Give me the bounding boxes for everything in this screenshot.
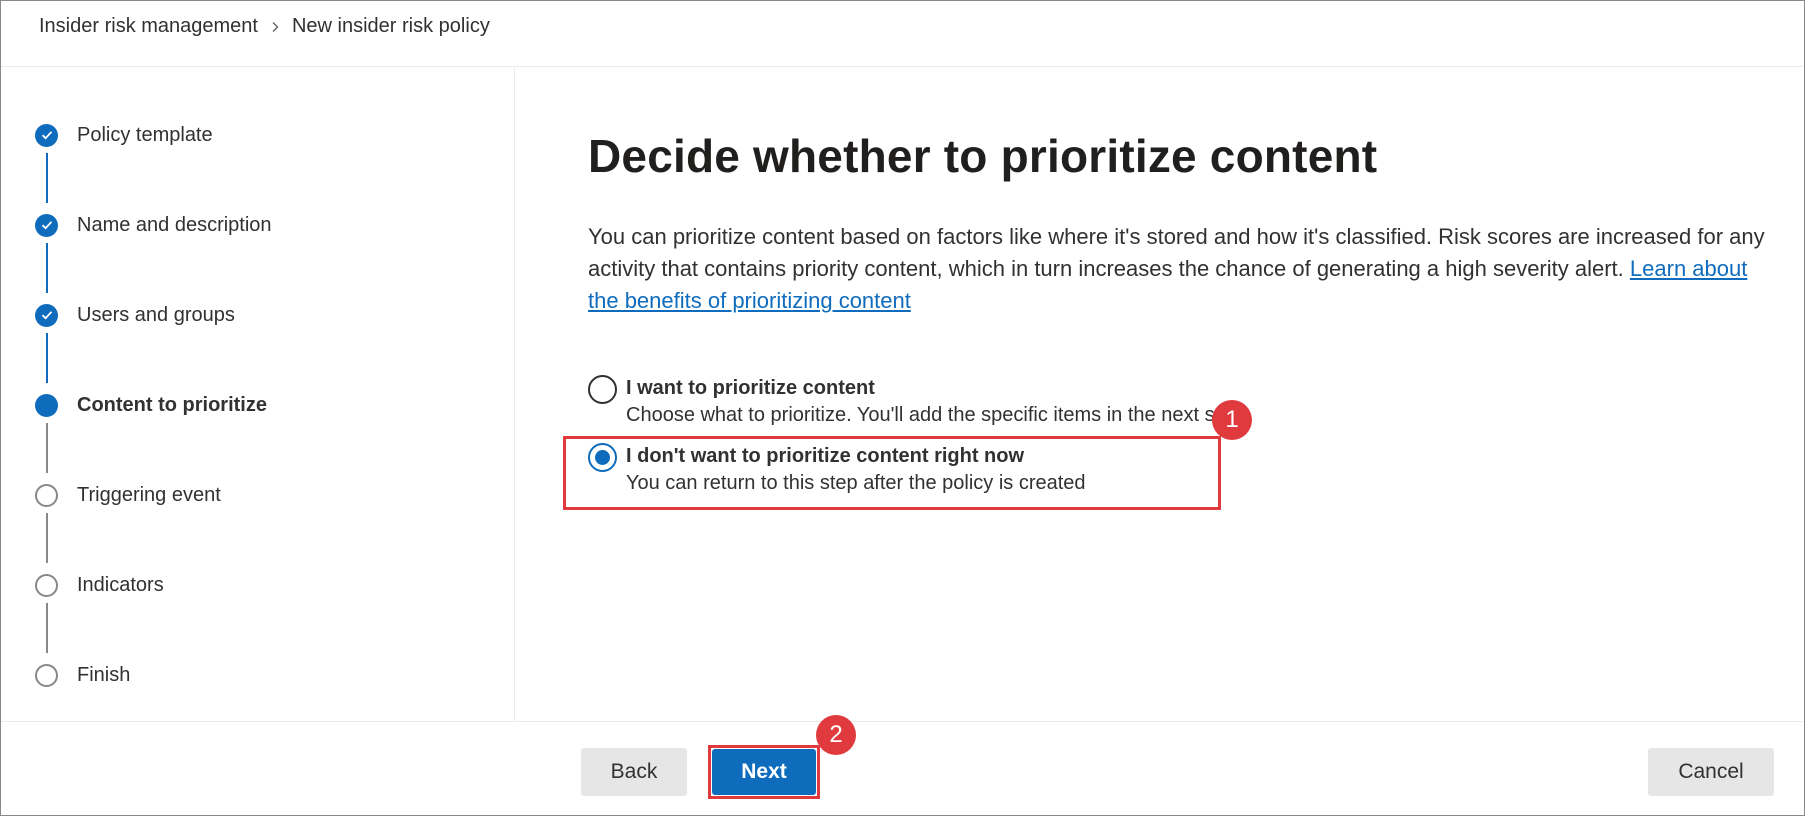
radio-button-unchecked[interactable]	[588, 375, 617, 404]
annotation-badge-1: 1	[1212, 400, 1252, 440]
page-title: Decide whether to prioritize content	[588, 130, 1378, 182]
back-button[interactable]: Back	[581, 748, 687, 796]
header: Insider risk management New insider risk…	[1, 1, 1804, 67]
breadcrumb-item-insider-risk-management[interactable]: Insider risk management	[39, 15, 258, 38]
step-connector	[46, 513, 48, 563]
option-prioritize-content[interactable]: I want to prioritize content Choose what…	[588, 375, 1248, 429]
radio-button-checked[interactable]	[588, 443, 617, 472]
annotation-badge-2: 2	[816, 715, 856, 755]
app-window: Insider risk management New insider risk…	[0, 0, 1805, 816]
empty-circle-icon	[35, 663, 58, 687]
step-label: Indicators	[77, 573, 164, 596]
step-users-and-groups[interactable]: Users and groups	[35, 300, 235, 330]
option-dont-prioritize-content[interactable]: I don't want to prioritize content right…	[588, 443, 1086, 497]
step-label: Name and description	[77, 213, 272, 236]
step-indicators[interactable]: Indicators	[35, 570, 164, 600]
checkmark-icon	[35, 213, 58, 237]
step-name-and-description[interactable]: Name and description	[35, 210, 272, 240]
option-label: I don't want to prioritize content right…	[626, 445, 1025, 467]
step-connector	[46, 243, 48, 293]
step-label: Policy template	[77, 123, 213, 146]
option-description: You can return to this step after the po…	[626, 472, 1086, 494]
empty-circle-icon	[35, 573, 58, 597]
breadcrumb: Insider risk management New insider risk…	[39, 15, 490, 38]
page-description: You can prioritize content based on fact…	[588, 221, 1778, 317]
step-connector	[46, 153, 48, 203]
checkmark-icon	[35, 303, 58, 327]
breadcrumb-item-new-policy: New insider risk policy	[291, 15, 490, 37]
wizard-step-nav: Policy template Name and description Use…	[1, 67, 515, 721]
step-label: Triggering event	[77, 483, 221, 506]
footer-actions: Back Next Cancel	[1, 721, 1804, 816]
step-triggering-event[interactable]: Triggering event	[35, 480, 221, 510]
radio-selected-dot-icon	[595, 450, 610, 465]
step-label: Content to prioritize	[77, 393, 267, 416]
step-finish[interactable]: Finish	[35, 660, 130, 690]
checkmark-icon	[35, 123, 58, 147]
step-connector	[46, 423, 48, 473]
step-connector	[46, 333, 48, 383]
description-text: You can prioritize content based on fact…	[588, 224, 1765, 281]
empty-circle-icon	[35, 483, 58, 507]
step-content-to-prioritize[interactable]: Content to prioritize	[35, 390, 267, 420]
option-label: I want to prioritize content	[626, 377, 875, 399]
next-button[interactable]: Next	[712, 749, 816, 795]
current-step-dot-icon	[35, 393, 58, 417]
chevron-right-icon	[258, 21, 292, 33]
step-policy-template[interactable]: Policy template	[35, 120, 213, 150]
option-description: Choose what to prioritize. You'll add th…	[626, 404, 1248, 426]
cancel-button[interactable]: Cancel	[1648, 748, 1774, 796]
step-connector	[46, 603, 48, 653]
step-label: Finish	[77, 663, 131, 686]
step-label: Users and groups	[77, 303, 235, 326]
